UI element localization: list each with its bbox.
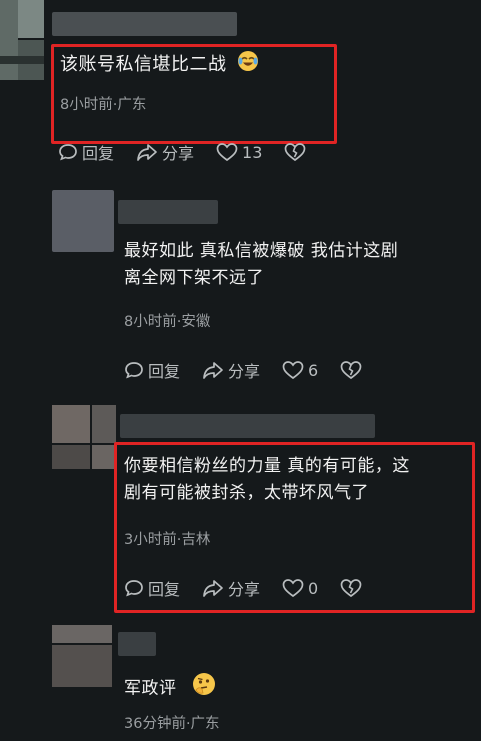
reply-label: 回复 [82, 144, 115, 163]
like-button[interactable]: 6 [282, 360, 318, 380]
dislike-button[interactable] [340, 360, 366, 380]
like-count: 13 [242, 142, 263, 162]
reply-button[interactable]: 回复 [58, 140, 114, 164]
comment-text: 最好如此 真私信被爆破 我估计这剧 离全网下架不远了 [124, 241, 399, 288]
username-blurred [120, 414, 375, 438]
dislike-button[interactable] [284, 142, 310, 162]
reply-button[interactable]: 回复 [124, 358, 180, 382]
username-blurred [52, 12, 237, 36]
avatar[interactable] [52, 405, 116, 469]
comment-meta: 36分钟前·广东 [124, 716, 220, 732]
broken-heart-icon [340, 361, 362, 380]
share-button[interactable]: 分享 [202, 358, 260, 382]
share-label: 分享 [228, 362, 261, 381]
share-icon [137, 144, 157, 161]
avatar[interactable] [52, 190, 114, 252]
heart-icon [282, 361, 304, 380]
comment-actions: 回复 分享 13 [58, 140, 332, 164]
comment-text: 军政评 [124, 672, 216, 705]
share-label: 分享 [162, 144, 195, 163]
heart-icon [216, 143, 238, 162]
share-button[interactable]: 分享 [136, 140, 194, 164]
comment-meta: 8小时前·安徽 [124, 314, 211, 330]
like-count: 6 [308, 360, 319, 380]
thinking-emoji [192, 672, 216, 705]
broken-heart-icon [285, 143, 306, 162]
like-button[interactable]: 13 [216, 142, 262, 162]
highlight-box [114, 442, 475, 613]
reply-label: 回复 [148, 362, 181, 381]
share-icon [203, 362, 223, 379]
username-blurred [118, 632, 156, 656]
reply-icon [125, 362, 143, 379]
highlight-box [51, 44, 337, 144]
reply-icon [59, 144, 77, 161]
username-blurred [118, 200, 218, 224]
avatar[interactable] [0, 0, 44, 80]
avatar[interactable] [52, 625, 112, 687]
comment-actions: 回复 分享 6 [124, 358, 388, 382]
